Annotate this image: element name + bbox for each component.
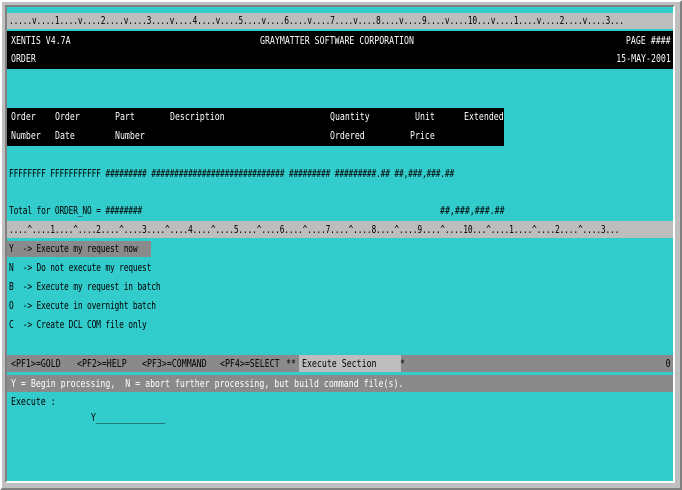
col-order-number-1: Order bbox=[11, 110, 36, 123]
section-star-end: * bbox=[400, 357, 405, 370]
col-unit-1: Unit bbox=[415, 110, 435, 123]
col-part-number-2: Number bbox=[115, 129, 145, 142]
app-version: XENTIS V4.7A bbox=[11, 34, 71, 47]
col-quantity-2: Ordered bbox=[330, 129, 365, 142]
right-marker: 0 bbox=[666, 357, 671, 370]
col-unit-2: Price bbox=[410, 129, 435, 142]
ruler-top: .....v....1....v....2....v....3....v....… bbox=[9, 14, 624, 27]
option-do-not-execute[interactable]: N -> Do not execute my request bbox=[9, 260, 151, 276]
help-line: Y = Begin processing, N = abort further … bbox=[11, 377, 404, 390]
prompt-label: Execute : bbox=[11, 395, 61, 408]
col-order-date-2: Date bbox=[55, 129, 75, 142]
option-execute-batch[interactable]: B -> Execute my request in batch bbox=[9, 279, 161, 295]
execute-input-underline: ______________ bbox=[95, 411, 166, 424]
company-name: GRAYMATTER SOFTWARE CORPORATION bbox=[260, 34, 414, 47]
pf4-key[interactable]: <PF4>=SELECT bbox=[220, 356, 280, 372]
detail-line: FFFFFFFF FFFFFFFFFFF ######### #########… bbox=[9, 167, 455, 180]
section-stars: ** bbox=[286, 357, 296, 370]
col-extended: Extended bbox=[464, 110, 504, 123]
terminal-window: .....v....1....v....2....v....3....v....… bbox=[0, 0, 682, 490]
option-overnight-batch[interactable]: O -> Execute in overnight batch bbox=[9, 298, 156, 314]
option-execute-now[interactable]: Y -> Execute my request now bbox=[9, 241, 138, 257]
terminal-screen[interactable]: .....v....1....v....2....v....3....v....… bbox=[5, 5, 675, 483]
execute-input[interactable]: Y______________ bbox=[61, 394, 166, 424]
pf3-key[interactable]: <PF3>=COMMAND bbox=[142, 356, 207, 372]
report-date: 15-MAY-2001 bbox=[616, 52, 671, 65]
ruler-bottom: ....^....1....^....2....^....3....^....4… bbox=[9, 223, 620, 236]
option-create-dcl[interactable]: C -> Create DCL COM file only bbox=[9, 317, 147, 333]
total-label: Total for ORDER_NO = ######## bbox=[9, 204, 143, 217]
col-description: Description bbox=[170, 110, 225, 123]
page-number: PAGE #### bbox=[626, 34, 671, 47]
col-quantity-1: Quantity bbox=[330, 110, 370, 123]
pf2-key[interactable]: <PF2>=HELP bbox=[77, 356, 127, 372]
report-name: ORDER bbox=[11, 52, 36, 65]
col-part-number-1: Part bbox=[115, 110, 135, 123]
col-order-number-2: Number bbox=[11, 129, 41, 142]
total-amount: ##,###,###.## bbox=[440, 204, 505, 217]
pf1-key[interactable]: <PF1>=GOLD bbox=[11, 356, 61, 372]
col-order-date-1: Order bbox=[55, 110, 80, 123]
section-title: Execute Section bbox=[302, 357, 377, 370]
